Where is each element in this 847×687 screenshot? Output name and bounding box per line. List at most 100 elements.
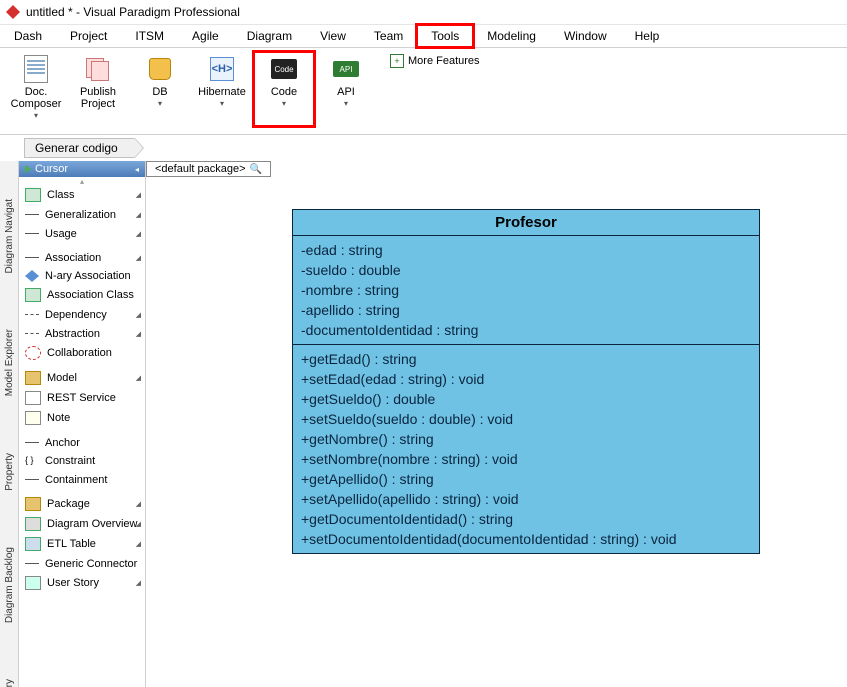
expand-icon: ◢ [136,330,141,338]
note-icon [25,411,41,425]
ribbon-code[interactable]: Code Code ▾ [254,52,314,126]
palette-item-etl-table[interactable]: ETL Table◢ [19,534,145,554]
uml-attribute: -apellido : string [301,300,751,320]
palette-item-generic-connector[interactable]: Generic Connector [19,554,145,573]
dock-tab-repository[interactable]: pository [4,679,15,687]
menu-view[interactable]: View [306,25,360,47]
dock-tab-diagram-navigator[interactable]: Diagram Navigat [4,199,15,273]
palette-item-association[interactable]: Association◢ [19,248,145,267]
palette-item-usage[interactable]: Usage◢ [19,224,145,243]
uml-attribute: -nombre : string [301,280,751,300]
menu-diagram[interactable]: Diagram [233,25,306,47]
titlebar: untitled * - Visual Paradigm Professiona… [0,0,847,25]
ribbon: Doc. Composer ▾ Publish Project DB ▾ <H>… [0,48,847,135]
expand-icon: ◢ [136,254,141,262]
uml-class-profesor[interactable]: Profesor -edad : string -sueldo : double… [292,209,760,554]
ribbon-db[interactable]: DB ▾ [130,52,190,126]
palette-item-class[interactable]: Class◢ [19,185,145,205]
ribbon-hibernate[interactable]: <H> Hibernate ▾ [192,52,252,126]
uml-operation: +setEdad(edad : string) : void [301,369,751,389]
breadcrumb-item[interactable]: Generar codigo [24,138,135,158]
more-features-link[interactable]: + More Features [386,52,484,70]
uml-operation: +setApellido(apellido : string) : void [301,489,751,509]
breadcrumb-bar: Generar codigo [0,135,847,161]
palette-item-collaboration[interactable]: Collaboration [19,343,145,363]
uml-operation: +getDocumentoIdentidad() : string [301,509,751,529]
diagram-canvas[interactable]: <default package> 🔍 Profesor -edad : str… [146,161,847,687]
dock-tab-property[interactable]: Property [4,453,15,491]
palette-item-note[interactable]: Note [19,408,145,428]
palette-item-user-story[interactable]: User Story◢ [19,573,145,593]
rest-icon [25,391,41,405]
expand-icon: ◢ [136,311,141,319]
chevron-down-icon: ▾ [282,99,286,108]
palette-item-package[interactable]: Package◢ [19,494,145,514]
uml-operation: +getApellido() : string [301,469,751,489]
palette-cursor-tool[interactable]: Cursor ◂ [19,161,145,177]
dock-tab-model-explorer[interactable]: Model Explorer [4,329,15,396]
containment-icon [25,479,39,492]
uml-operation: +getNombre() : string [301,429,751,449]
left-dock: Diagram Navigat Model Explorer Property … [0,161,19,687]
package-tab[interactable]: <default package> 🔍 [146,161,271,177]
palette-item-anchor[interactable]: Anchor [19,433,145,452]
doc-icon [24,55,48,83]
ribbon-publish-project[interactable]: Publish Project [68,52,128,126]
uml-attribute: -edad : string [301,240,751,260]
palette-item-association-class[interactable]: Association Class [19,285,145,305]
uml-attributes: -edad : string -sueldo : double -nombre … [293,236,759,344]
nary-icon [25,270,39,282]
palette-item-generalization[interactable]: Generalization◢ [19,205,145,224]
collaboration-icon [25,346,41,360]
menu-itsm[interactable]: ITSM [121,25,178,47]
ribbon-doc-composer[interactable]: Doc. Composer ▾ [6,52,66,126]
uml-operation: +setSueldo(sueldo : double) : void [301,409,751,429]
chevron-left-icon: ◂ [135,165,139,174]
palette-item-abstraction[interactable]: Abstraction◢ [19,324,145,343]
menu-team[interactable]: Team [360,25,417,47]
palette-item-containment[interactable]: Containment [19,470,145,489]
code-icon: Code [271,59,297,79]
publish-icon [86,58,110,80]
app-icon [6,5,20,19]
overview-icon [25,517,41,531]
expand-icon: ◢ [136,191,141,199]
palette-item-constraint[interactable]: { }Constraint [19,452,145,470]
menu-project[interactable]: Project [56,25,121,47]
class-icon [25,188,41,202]
menu-modeling[interactable]: Modeling [473,25,550,47]
uml-operation: +getSueldo() : double [301,389,751,409]
assoc-class-icon [25,288,41,302]
package-icon [25,497,41,511]
palette-item-nary-association[interactable]: N-ary Association [19,267,145,285]
constraint-icon: { } [25,455,39,467]
dock-tab-diagram-backlog[interactable]: Diagram Backlog [4,547,15,623]
menu-dash[interactable]: Dash [0,25,56,47]
ribbon-api[interactable]: API API ▾ [316,52,376,126]
palette-item-model[interactable]: Model◢ [19,368,145,388]
menubar: Dash Project ITSM Agile Diagram View Tea… [0,25,847,48]
plus-icon: + [390,54,404,68]
search-icon[interactable]: 🔍 [250,164,262,175]
menu-agile[interactable]: Agile [178,25,233,47]
uml-attribute: -documentoIdentidad : string [301,320,751,340]
menu-tools[interactable]: Tools [417,25,473,47]
chevron-down-icon: ▾ [220,99,224,108]
palette-item-rest-service[interactable]: REST Service [19,388,145,408]
window-title: untitled * - Visual Paradigm Professiona… [26,5,240,19]
api-icon: API [333,61,359,77]
expand-icon: ◢ [136,211,141,219]
etl-icon [25,537,41,551]
expand-icon: ◢ [136,520,141,528]
usage-icon [25,233,39,246]
expand-icon: ◢ [136,230,141,238]
expand-icon: ◢ [136,540,141,548]
userstory-icon [25,576,41,590]
uml-class-name: Profesor [293,210,759,236]
palette-collapse-handle[interactable]: ▴ [19,177,145,185]
uml-operations: +getEdad() : string +setEdad(edad : stri… [293,344,759,553]
palette-item-dependency[interactable]: Dependency◢ [19,305,145,324]
menu-window[interactable]: Window [550,25,621,47]
menu-help[interactable]: Help [621,25,674,47]
palette-item-diagram-overview[interactable]: Diagram Overview◢ [19,514,145,534]
